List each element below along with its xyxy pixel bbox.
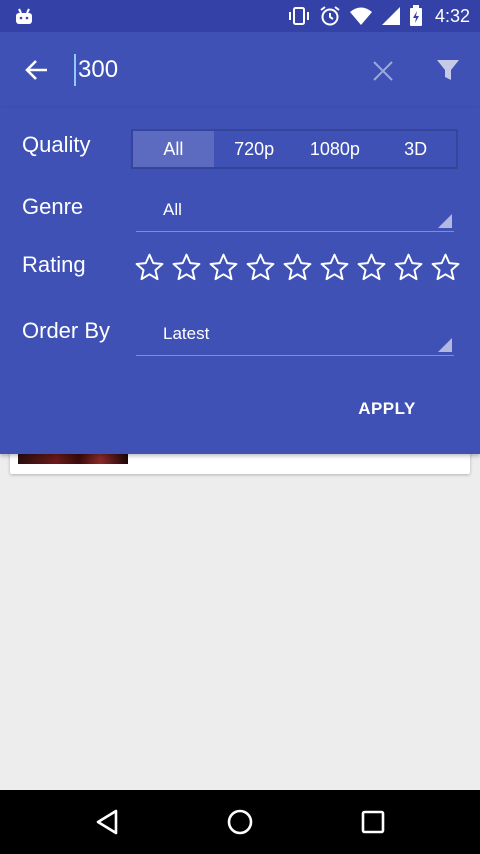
filter-panel: Quality All 720p 1080p 3D Genre All Rati… [0, 108, 480, 454]
vibrate-icon [288, 7, 309, 25]
order-by-dropdown[interactable]: Latest [136, 316, 454, 356]
star-icon[interactable] [171, 252, 202, 283]
quality-option-3d[interactable]: 3D [375, 131, 456, 167]
quality-option-1080p[interactable]: 1080p [295, 131, 376, 167]
status-icons: 4:32 [287, 0, 470, 32]
nav-recents-icon[interactable] [357, 806, 389, 838]
quality-option-720p[interactable]: 720p [214, 131, 295, 167]
search-toolbar: 300 [0, 32, 480, 108]
status-bar: 4:32 [0, 0, 480, 32]
rating-label: Rating [22, 252, 86, 277]
battery-icon [409, 5, 422, 26]
back-arrow-icon[interactable] [22, 55, 52, 85]
search-input[interactable]: 300 [74, 54, 118, 86]
nav-back-icon[interactable] [92, 806, 124, 838]
star-icon[interactable] [282, 252, 313, 283]
star-icon[interactable] [393, 252, 424, 283]
quality-option-all[interactable]: All [133, 131, 214, 167]
status-time: 4:32 [434, 5, 470, 26]
navigation-bar [0, 790, 480, 854]
order-by-value: Latest [163, 324, 210, 343]
star-icon[interactable] [430, 252, 461, 283]
dropdown-arrow-icon [438, 338, 452, 352]
genre-value: All [163, 200, 182, 219]
star-icon[interactable] [356, 252, 387, 283]
star-icon[interactable] [208, 252, 239, 283]
nav-home-icon[interactable] [224, 806, 256, 838]
rating-stars [134, 252, 461, 283]
quality-label: Quality [22, 132, 91, 157]
apply-button[interactable]: APPLY [346, 393, 428, 425]
order-by-label: Order By [22, 318, 111, 343]
clear-icon[interactable] [370, 58, 396, 84]
signal-icon [381, 7, 400, 25]
quality-selector: All 720p 1080p 3D [131, 129, 458, 169]
star-icon[interactable] [134, 252, 165, 283]
android-icon [16, 8, 32, 24]
filter-icon[interactable] [434, 56, 462, 84]
wifi-icon [349, 7, 372, 25]
star-icon[interactable] [319, 252, 350, 283]
alarm-icon [320, 6, 340, 26]
genre-label: Genre [22, 194, 84, 219]
dropdown-arrow-icon [438, 214, 452, 228]
star-icon[interactable] [245, 252, 276, 283]
genre-dropdown[interactable]: All [136, 192, 454, 232]
